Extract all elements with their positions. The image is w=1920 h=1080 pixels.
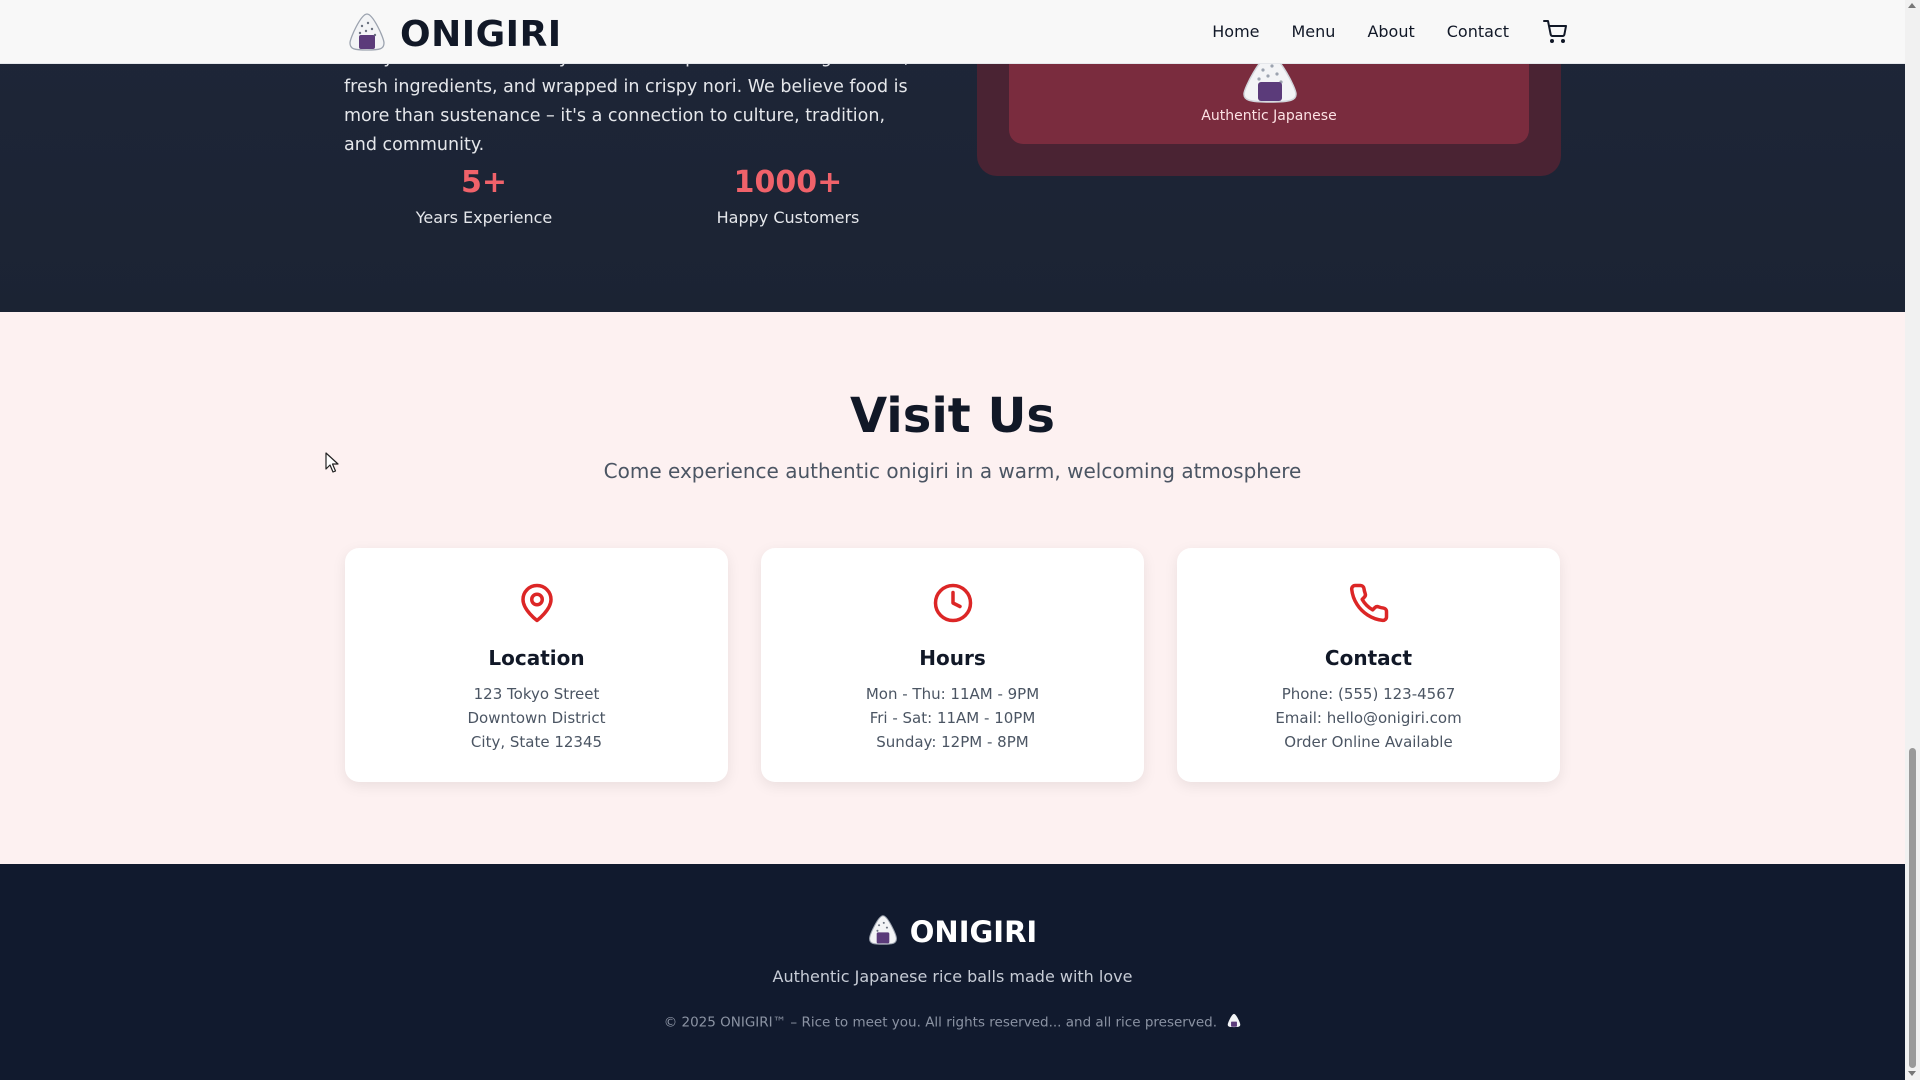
feature-caption: Authentic Japanese [1201, 108, 1337, 124]
footer-tagline: Authentic Japanese rice balls made with … [772, 967, 1133, 986]
card-line: 123 Tokyo Street [473, 685, 600, 703]
site-footer: ONIGIRI Authentic Japanese rice balls ma… [0, 864, 1905, 1080]
brand-logo[interactable]: ONIGIRI [348, 12, 562, 56]
visit-subtitle: Come experience authentic onigiri in a w… [603, 459, 1302, 483]
nav-menu[interactable]: Menu [1292, 22, 1336, 41]
nav-contact[interactable]: Contact [1447, 22, 1509, 41]
onigiri-icon [1227, 1013, 1241, 1032]
card-line: Phone: (555) 123-4567 [1281, 685, 1456, 703]
hours-card: Hours Mon - Thu: 11AM - 9PM Fri - Sat: 1… [761, 548, 1144, 782]
card-title: Hours [919, 646, 986, 670]
scroll-down-arrow-icon[interactable] [1908, 1071, 1916, 1076]
stat-years: 5+ Years Experience [404, 165, 564, 227]
nav-home[interactable]: Home [1212, 22, 1259, 41]
scroll-up-arrow-icon[interactable] [1908, 3, 1916, 8]
card-line: Order Online Available [1284, 733, 1453, 751]
stat-label: Happy Customers [716, 208, 860, 227]
footer-brand-name: ONIGIRI [909, 915, 1038, 949]
stat-label: Years Experience [415, 208, 553, 227]
nav-about[interactable]: About [1367, 22, 1414, 41]
footer-brand: ONIGIRI [0, 914, 1905, 950]
map-pin-icon [516, 582, 558, 624]
mouse-cursor-icon [325, 452, 339, 478]
card-line: Mon - Thu: 11AM - 9PM [865, 685, 1040, 703]
main-nav: Home Menu About Contact [1212, 0, 1569, 63]
clock-icon [932, 582, 974, 624]
card-line: City, State 12345 [470, 733, 603, 751]
card-lines: 123 Tokyo Street Downtown District City,… [345, 682, 728, 754]
phone-icon [1348, 582, 1390, 624]
visit-section: Visit Us Come experience authentic onigi… [0, 312, 1905, 864]
card-line: Downtown District [467, 709, 606, 727]
card-line[interactable]: Email: hello@onigiri.com [1177, 706, 1560, 730]
card-line: Sunday: 12PM - 8PM [876, 733, 1029, 751]
card-title: Contact [1324, 646, 1413, 670]
cart-icon[interactable] [1541, 18, 1569, 46]
stat-customers: 1000+ Happy Customers [708, 165, 868, 227]
onigiri-icon [868, 914, 898, 950]
stat-value: 1000+ [733, 165, 843, 200]
location-card: Location 123 Tokyo Street Downtown Distr… [345, 548, 728, 782]
card-lines: Phone: (555) 123-4567 Email: hello@onigi… [1177, 682, 1560, 754]
brand-name: ONIGIRI [400, 13, 562, 55]
page-scrollbar[interactable] [1905, 0, 1920, 1080]
card-lines: Mon - Thu: 11AM - 9PM Fri - Sat: 11AM - … [761, 682, 1144, 754]
card-title: Location [488, 646, 585, 670]
scroll-thumb[interactable] [1909, 748, 1916, 1068]
onigiri-icon [348, 12, 386, 56]
visit-title: Visit Us [850, 388, 1055, 444]
contact-card: Contact Phone: (555) 123-4567 Email: hel… [1177, 548, 1560, 782]
stat-value: 5+ [460, 165, 507, 200]
card-line: Fri - Sat: 11AM - 10PM [869, 709, 1036, 727]
site-header: ONIGIRI Home Menu About Contact [0, 0, 1905, 64]
copyright-text: © 2025 ONIGIRI™ – Rice to meet you. All … [663, 1014, 1217, 1031]
footer-copyright: © 2025 ONIGIRI™ – Rice to meet you. All … [0, 1013, 1905, 1032]
